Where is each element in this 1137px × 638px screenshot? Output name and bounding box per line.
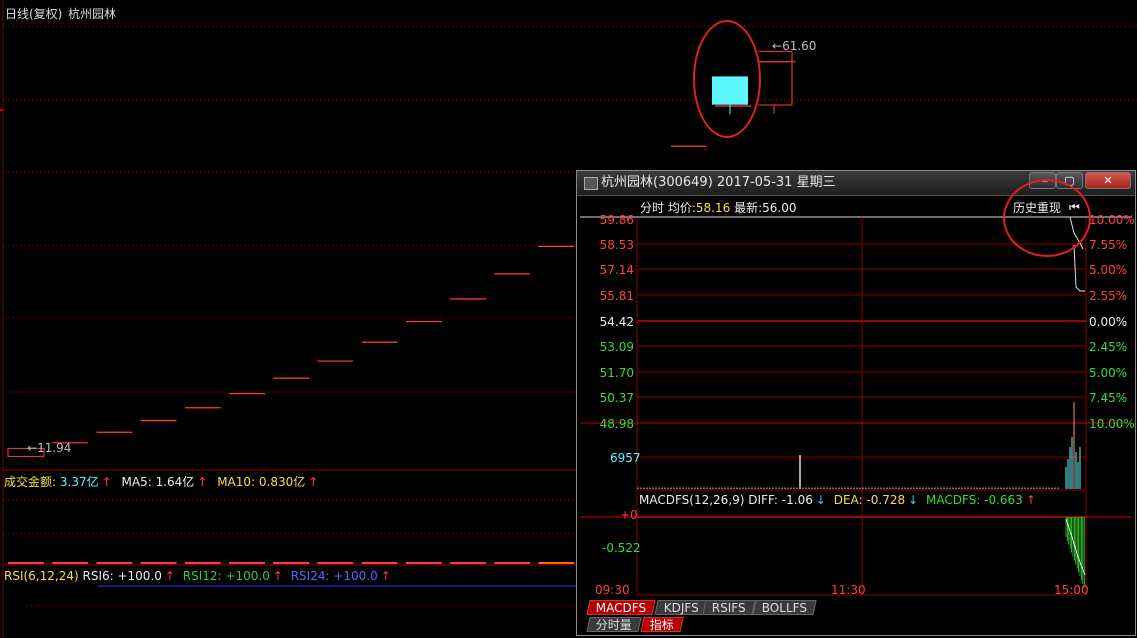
price-label: 53.09 [599,340,634,354]
pct-label: 10.00% [1089,213,1135,227]
up-arrow-icon: ↑ [380,569,391,583]
volume-axis-label: 6957 [610,451,641,465]
turnover-label: 成交金额: [4,475,57,489]
volume-bar-0 [8,562,44,564]
volume-bar-1 [52,562,89,564]
time-label-open: 09:30 [595,583,630,597]
left-arrow-icon: ← [27,441,38,455]
avg-price-value: 58.16 [695,201,731,215]
latest-price-value: 56.00 [762,201,797,215]
intraday-volume-bars [637,402,1081,489]
intraday-grid [637,217,1086,595]
down-arrow-icon: ↓ [815,493,826,507]
ma5-value: 1.64亿 [155,475,195,489]
rsi6-value: RSI6: +100.0 [82,569,162,583]
price-label: 50.37 [599,391,634,405]
stock-name: 杭州园林 [68,7,117,21]
macd-diff: DIFF: -1.06 [748,493,813,507]
down-arrow-icon: ↓ [908,493,919,507]
close-button[interactable]: ✕ [1085,172,1131,189]
turnover-value: 3.37亿 [59,475,99,489]
tab-intraday-volume[interactable]: 分时量 [586,617,642,632]
latest-price-label: 最新: [734,201,763,215]
price-label: 51.70 [599,366,634,380]
volume-bar-10 [450,562,486,564]
volume-bar-6 [273,562,310,564]
avg-price-label: 均价: [667,201,696,215]
pct-label: 10.00% [1089,417,1135,431]
tab-kdjfs[interactable]: KDJFS [654,600,709,615]
intraday-header: 分时 均价:58.16 最新:56.00 [640,201,796,215]
window-app-icon [584,177,598,190]
up-arrow-icon: ↑ [308,475,319,489]
macd-zero-label: +0 [620,508,638,522]
volume-bars [8,562,575,564]
tab-rsifs[interactable]: RSIFS [702,600,756,615]
volume-bar-11 [494,562,531,564]
pct-label: 0.00% [1089,315,1128,329]
volume-bar-4 [184,562,221,564]
macd-indicator-line: MACDFS(12,26,9) DIFF: -1.06 ↓ DEA: -0.728… [639,493,1036,507]
pct-label: 7.45% [1089,391,1128,405]
up-arrow-icon: ↑ [1025,493,1036,507]
high-leader-line [758,50,793,106]
volume-bar-5 [229,562,265,564]
ma10-value: 0.830亿 [258,475,306,489]
price-label: 59.86 [599,213,634,227]
up-arrow-icon: ↑ [101,475,112,489]
volume-indicator-line: 成交金额: 3.37亿 ↑ MA5: 1.64亿 ↑ MA10: 0.830亿 ↑ [4,475,318,489]
left-arrow-icon: ← [772,39,783,53]
up-arrow-icon: ↑ [197,475,208,489]
macd-dea: DEA: -0.728 [833,493,906,507]
macd-label[interactable]: MACDFS(12,26,9) [639,493,744,507]
pct-label: 2.45% [1089,340,1128,354]
rsi-indicator-line: RSI(6,12,24) RSI6: +100.0 ↑ RSI12: +100.0… [4,569,391,583]
pct-label: 5.00% [1089,366,1128,380]
intraday-popup-window[interactable]: 杭州园林(300649) 2017-05-31 星期三 — ▢ ✕ 分时 均价:… [576,170,1136,636]
pct-label: 7.55% [1089,238,1128,252]
tab-macdfs[interactable]: MACDFS [586,600,656,615]
price-label: 57.14 [599,263,634,277]
annotation-circle-candle [693,20,761,138]
intraday-chart-svg[interactable] [580,197,1132,633]
macd-macdfs: MACDFS: -0.663 [926,493,1023,507]
mode-label: 分时 [640,201,665,215]
up-arrow-icon: ↑ [164,569,175,583]
volume-bar-2 [96,562,133,564]
intraday-chart-area[interactable]: 分时 均价:58.16 最新:56.00 历史重现 ⏮ 59.86 58.53 57… [580,197,1135,633]
volume-bar-7 [317,562,354,564]
tab-bollfs[interactable]: BOLLFS [752,600,817,615]
rsi-label[interactable]: RSI(6,12,24) [4,569,79,583]
tab-indicator[interactable]: 指标 [640,617,684,632]
time-label-noon: 11:30 [831,583,866,597]
pct-label: 5.00% [1089,263,1128,277]
annotation-circle-replay [1003,179,1091,257]
pct-label: 2.55% [1089,289,1128,303]
volume-bar-12 [538,562,575,564]
macd-low-label: -0.522 [602,541,641,555]
rsi12-value: RSI12: +100.0 [182,569,270,583]
up-arrow-icon: ↑ [272,569,283,583]
price-label: 55.81 [599,289,634,303]
ma5-label: MA5: [121,475,152,489]
rsi24-value: RSI24: +100.0 [290,569,378,583]
chart-period-title[interactable]: 日线(复权) [5,7,62,21]
high-price-marker: ←61.60 [772,39,817,53]
time-label-close: 15:00 [1054,583,1089,597]
price-label: 48.98 [599,417,634,431]
low-price-marker: ←11.94 [27,441,72,455]
volume-bar-8 [361,562,398,564]
macd-histogram [1065,517,1086,588]
volume-bar-3 [140,562,177,564]
price-label: 58.53 [599,238,634,252]
ma10-label: MA10: [217,475,256,489]
popup-title: 杭州园林(300649) 2017-05-31 星期三 [601,175,836,190]
price-label: 54.42 [599,315,634,329]
volume-bar-9 [405,562,442,564]
